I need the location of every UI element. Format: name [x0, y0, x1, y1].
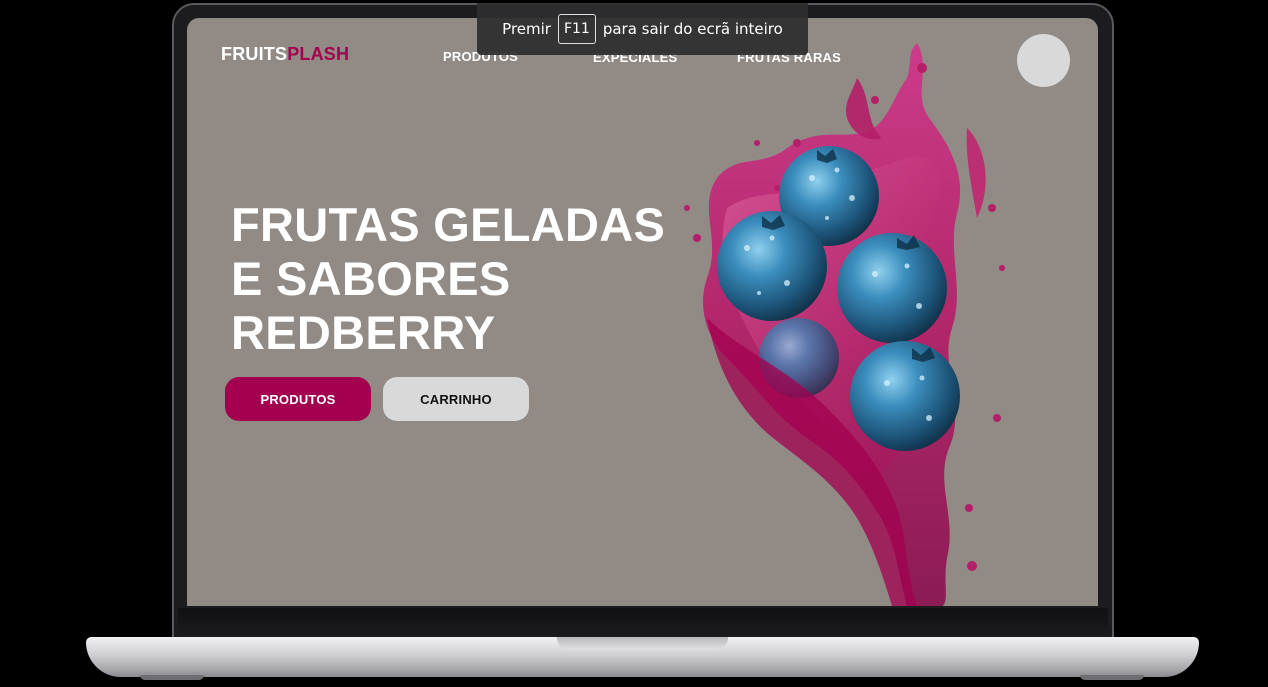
laptop-foot-right	[1080, 675, 1144, 680]
produtos-button[interactable]: PRODUTOS	[225, 377, 371, 421]
user-avatar[interactable]	[1017, 34, 1070, 87]
blueberries-splash-image	[684, 43, 1005, 606]
fullscreen-notice-prefix: Premir	[502, 20, 551, 38]
hero-title-line-1: FRUTAS GELADAS	[231, 198, 666, 251]
carrinho-button[interactable]: CARRINHO	[383, 377, 529, 421]
website-screen: FRUITSPLASH PRODUTOS EXPECIALES FRUTAS R…	[187, 18, 1098, 606]
blueberry-5	[850, 341, 960, 451]
blueberry-2	[717, 211, 827, 321]
site-logo[interactable]: FRUITSPLASH	[221, 44, 349, 65]
hero-title-line-3: REDBERRY	[231, 306, 496, 359]
logo-text-fruits: FRUITS	[221, 44, 288, 64]
laptop-bezel	[178, 608, 1108, 638]
fullscreen-notice-suffix: para sair do ecrã inteiro	[602, 20, 783, 38]
laptop-notch	[557, 637, 728, 650]
hero-title-line-2: E SABORES	[231, 252, 511, 305]
f11-key-badge: F11	[557, 14, 596, 44]
blueberry-3	[837, 233, 947, 343]
laptop-foot-left	[140, 675, 204, 680]
hero-title: FRUTAS GELADAS E SABORES REDBERRY	[231, 198, 671, 360]
logo-text-plash: PLASH	[287, 44, 350, 64]
fullscreen-exit-notice: Premir F11 para sair do ecrã inteiro	[477, 3, 808, 55]
